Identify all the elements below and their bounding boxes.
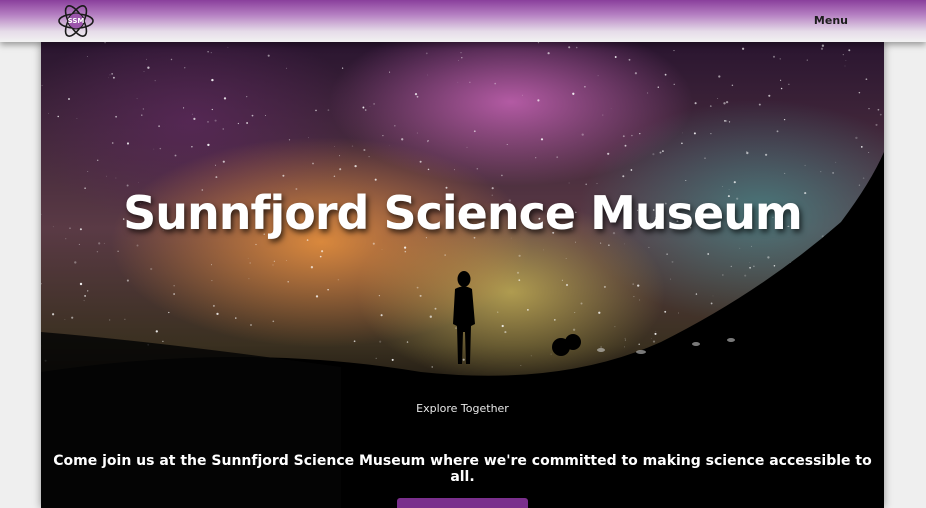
menu-button[interactable]: Menu bbox=[814, 14, 848, 27]
logo-text: SSM bbox=[67, 17, 85, 25]
top-navigation-bar: SSM Menu bbox=[0, 0, 926, 42]
museum-logo[interactable]: SSM bbox=[56, 1, 96, 41]
night-sky-illustration bbox=[41, 42, 884, 508]
call-to-action-button[interactable] bbox=[397, 498, 528, 508]
hero-section: Sunnfjord Science Museum Explore Togethe… bbox=[41, 42, 884, 508]
hero-lead-text: Come join us at the Sunnfjord Science Mu… bbox=[53, 453, 872, 485]
hero-title: Sunnfjord Science Museum bbox=[123, 186, 803, 240]
hero-tagline: Explore Together bbox=[416, 402, 509, 415]
